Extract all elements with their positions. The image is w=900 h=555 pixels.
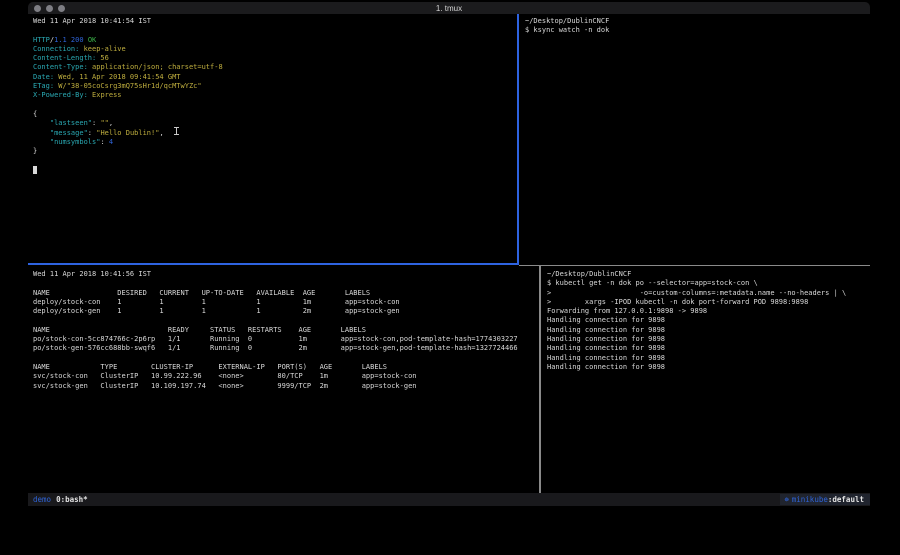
tmux-status-bar: demo 0:bash* ☸ minikube :default bbox=[28, 493, 870, 506]
title-bar[interactable]: 1. tmux bbox=[28, 2, 870, 14]
zoom-button[interactable] bbox=[58, 5, 65, 12]
terminal-line: Content-Length: 56 bbox=[33, 54, 517, 63]
minimize-button[interactable] bbox=[46, 5, 53, 12]
close-button[interactable] bbox=[34, 5, 41, 12]
terminal-line bbox=[33, 166, 517, 175]
terminal-line bbox=[33, 101, 517, 110]
pane-ksync-watch[interactable]: ~/Desktop/DublinCNCF$ ksync watch -n dok bbox=[519, 14, 870, 263]
screen: 1. tmux Wed 11 Apr 2018 10:41:54 IST HTT… bbox=[0, 0, 900, 555]
terminal-line bbox=[33, 354, 539, 363]
terminal-line: svc/stock-gen ClusterIP 10.109.197.74 <n… bbox=[33, 382, 539, 391]
kube-context: minikube bbox=[792, 495, 828, 504]
terminal-line: NAME READY STATUS RESTARTS AGE LABELS bbox=[33, 326, 539, 335]
terminal-line: "lastseen": "", bbox=[33, 119, 517, 128]
status-left: demo 0:bash* bbox=[28, 495, 88, 504]
terminal-line: } bbox=[33, 147, 517, 156]
terminal-line: "message": "Hello Dublin!", bbox=[33, 129, 517, 138]
status-right: ☸ minikube :default bbox=[780, 494, 870, 505]
terminal-line bbox=[33, 156, 517, 165]
terminal-line: Wed 11 Apr 2018 10:41:54 IST bbox=[33, 17, 517, 26]
terminal-line: Wed 11 Apr 2018 10:41:56 IST bbox=[33, 270, 539, 279]
terminal-line: deploy/stock-con 1 1 1 1 1m app=stock-co… bbox=[33, 298, 539, 307]
terminal-line: Content-Type: application/json; charset=… bbox=[33, 63, 517, 72]
terminal-line: Handling connection for 9898 bbox=[547, 363, 870, 372]
window-tab-0-bash[interactable]: 0:bash* bbox=[56, 495, 88, 504]
kubernetes-icon: ☸ bbox=[785, 496, 789, 504]
terminal-line: po/stock-con-5cc874766c-2p6rp 1/1 Runnin… bbox=[33, 335, 539, 344]
terminal-line bbox=[33, 316, 539, 325]
terminal-line: $ kubectl get -n dok po --selector=app=s… bbox=[547, 279, 870, 288]
terminal-line bbox=[33, 26, 517, 35]
pane-port-forward[interactable]: ~/Desktop/DublinCNCF$ kubectl get -n dok… bbox=[541, 267, 870, 493]
terminal-line: > xargs -IPOD kubectl -n dok port-forwar… bbox=[547, 298, 870, 307]
terminal-line: po/stock-gen-576cc688bb-swqf6 1/1 Runnin… bbox=[33, 344, 539, 353]
terminal-line: $ ksync watch -n dok bbox=[525, 26, 870, 35]
terminal-line: X-Powered-By: Express bbox=[33, 91, 517, 100]
terminal-line: Handling connection for 9898 bbox=[547, 344, 870, 353]
terminal-line: NAME DESIRED CURRENT UP-TO-DATE AVAILABL… bbox=[33, 289, 539, 298]
terminal-line: Handling connection for 9898 bbox=[547, 335, 870, 344]
traffic-lights bbox=[34, 5, 65, 12]
terminal-line: Handling connection for 9898 bbox=[547, 326, 870, 335]
terminal-line: svc/stock-con ClusterIP 10.99.222.96 <no… bbox=[33, 372, 539, 381]
session-name: demo bbox=[33, 495, 51, 504]
terminal-line: ~/Desktop/DublinCNCF bbox=[547, 270, 870, 279]
terminal-window: 1. tmux Wed 11 Apr 2018 10:41:54 IST HTT… bbox=[28, 2, 870, 508]
pane-kubectl-get[interactable]: Wed 11 Apr 2018 10:41:56 IST NAME DESIRE… bbox=[28, 267, 539, 493]
terminal-line: Handling connection for 9898 bbox=[547, 316, 870, 325]
terminal-line: Date: Wed, 11 Apr 2018 09:41:54 GMT bbox=[33, 73, 517, 82]
pane-divider-horizontal-right[interactable] bbox=[519, 265, 870, 266]
pane-http-response[interactable]: Wed 11 Apr 2018 10:41:54 IST HTTP/1.1 20… bbox=[28, 14, 517, 263]
pane-divider-horizontal-left[interactable] bbox=[28, 263, 519, 265]
terminal-line: ETag: W/"38-05coCsrg3mQ75sHr1d/qcMTwYZc" bbox=[33, 82, 517, 91]
pane-divider-vertical-top[interactable] bbox=[517, 14, 519, 264]
pane-divider-vertical-bottom[interactable] bbox=[539, 266, 541, 493]
terminal-line: "numsymbols": 4 bbox=[33, 138, 517, 147]
terminal-line bbox=[33, 279, 539, 288]
terminal-line: Forwarding from 127.0.0.1:9898 -> 9898 bbox=[547, 307, 870, 316]
kube-namespace: :default bbox=[828, 495, 864, 504]
text-cursor-pointer-icon bbox=[174, 127, 179, 136]
terminal-line: HTTP/1.1 200 OK bbox=[33, 36, 517, 45]
window-title: 1. tmux bbox=[28, 4, 870, 13]
terminal-line: { bbox=[33, 110, 517, 119]
terminal-line: Handling connection for 9898 bbox=[547, 354, 870, 363]
terminal-line: ~/Desktop/DublinCNCF bbox=[525, 17, 870, 26]
terminal-line: deploy/stock-gen 1 1 1 1 2m app=stock-ge… bbox=[33, 307, 539, 316]
terminal-line: Connection: keep-alive bbox=[33, 45, 517, 54]
terminal-line: NAME TYPE CLUSTER-IP EXTERNAL-IP PORT(S)… bbox=[33, 363, 539, 372]
terminal-line: > -o=custom-columns=:metadata.name --no-… bbox=[547, 289, 870, 298]
